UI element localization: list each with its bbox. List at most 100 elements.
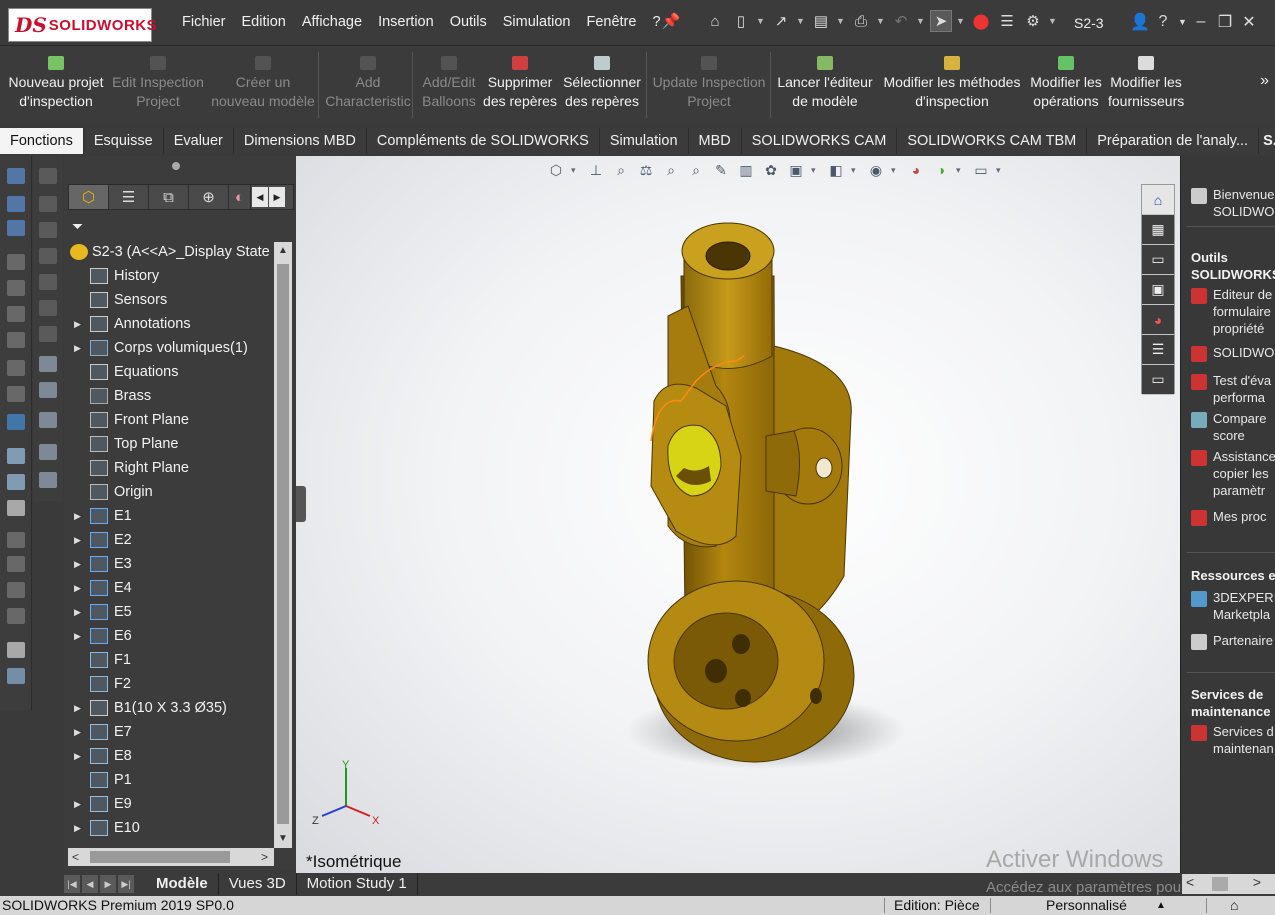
- minimize-icon[interactable]: –: [1192, 13, 1210, 31]
- command-tab[interactable]: Fonctions: [0, 128, 84, 154]
- chevron-down-icon[interactable]: ▼: [876, 16, 886, 26]
- welcome-link[interactable]: Bienvenue SOLIDWO: [1191, 186, 1274, 220]
- toolbar-tool-icon[interactable]: [7, 556, 25, 572]
- scroll-thumb[interactable]: [1212, 877, 1228, 891]
- tree-horizontal-scrollbar[interactable]: < >: [68, 848, 274, 866]
- ribbon-button-2[interactable]: Créer un nouveau modèle: [210, 56, 316, 111]
- ribbon-button-11[interactable]: Modifier les fournisseurs: [1108, 56, 1184, 111]
- expand-arrow-icon[interactable]: ▶: [74, 312, 81, 336]
- ribbon-button-6[interactable]: Sélectionner des repères: [562, 56, 642, 111]
- new-document-icon[interactable]: ▯: [730, 10, 752, 32]
- last-tab-icon[interactable]: ▶|: [118, 875, 134, 893]
- menu-item-fichier[interactable]: Fichier: [174, 14, 234, 30]
- scroll-right-icon[interactable]: >: [1253, 874, 1261, 890]
- tree-node[interactable]: ▶ E10: [68, 816, 274, 840]
- toolbar-tool-icon[interactable]: [39, 472, 57, 488]
- chevron-down-icon[interactable]: ▼: [1178, 17, 1187, 27]
- expand-arrow-icon[interactable]: ▶: [74, 744, 81, 768]
- ribbon-button-1[interactable]: Edit Inspection Project: [110, 56, 206, 111]
- home-icon[interactable]: ⌂: [1142, 185, 1174, 215]
- ribbon-button-3[interactable]: Add Characteristic: [325, 56, 411, 111]
- toolbar-tool-icon[interactable]: [39, 382, 57, 398]
- toolbar-tool-icon[interactable]: [39, 222, 57, 238]
- tree-node[interactable]: History: [68, 264, 274, 288]
- expand-arrow-icon[interactable]: ▶: [74, 696, 81, 720]
- toolbar-tool-icon[interactable]: [7, 386, 25, 402]
- toolbar-tool-icon[interactable]: [7, 254, 25, 270]
- expand-arrow-icon[interactable]: ▶: [74, 624, 81, 648]
- feature-tree-tab-icon[interactable]: ⬡: [69, 185, 109, 209]
- expand-arrow-icon[interactable]: ▶: [74, 504, 81, 528]
- toolbar-tool-icon[interactable]: [39, 444, 57, 460]
- toolbar-tool-icon[interactable]: [39, 412, 57, 428]
- toolbar-tool-icon[interactable]: [39, 300, 57, 316]
- ribbon-button-4[interactable]: Add/Edit Balloons: [420, 56, 478, 111]
- units-label[interactable]: Personnalisé: [1046, 896, 1127, 915]
- tree-root[interactable]: S2-3 (A<<A>_Display State: [68, 240, 274, 264]
- scroll-left-icon[interactable]: <: [1186, 874, 1194, 890]
- toolbar-tool-icon[interactable]: [7, 500, 25, 516]
- tool-link[interactable]: Mes proc: [1191, 508, 1266, 526]
- toolbar-tool-icon[interactable]: [39, 356, 57, 372]
- chevron-down-icon[interactable]: ▼: [1048, 16, 1058, 26]
- tree-node[interactable]: ▶ E8: [68, 744, 274, 768]
- tree-node[interactable]: ▶ E7: [68, 720, 274, 744]
- restore-icon[interactable]: ❐: [1216, 12, 1234, 32]
- toolbar-tool-icon[interactable]: [7, 332, 25, 348]
- tool-link[interactable]: Compare score: [1191, 410, 1266, 444]
- toolbar-tool-icon[interactable]: [7, 582, 25, 598]
- toolbar-tool-icon[interactable]: [39, 274, 57, 290]
- tree-node[interactable]: ▶ E5: [68, 600, 274, 624]
- file-explorer-icon[interactable]: ▭: [1142, 245, 1174, 275]
- toolbar-tool-icon[interactable]: [7, 642, 25, 658]
- expand-arrow-icon[interactable]: ▶: [74, 552, 81, 576]
- scroll-down-icon[interactable]: ▼: [274, 830, 292, 848]
- save-icon[interactable]: ▤: [810, 10, 832, 32]
- expand-arrow-icon[interactable]: ▶: [74, 600, 81, 624]
- toolbar-tool-icon[interactable]: [39, 168, 57, 184]
- tree-node[interactable]: Origin: [68, 480, 274, 504]
- chevron-down-icon[interactable]: ▼: [796, 16, 806, 26]
- tree-node[interactable]: Right Plane: [68, 456, 274, 480]
- graphics-area[interactable]: ⬡ ▾ ⊥ ⌕ ⚖ ⌕ ⌕ ✎ ▥ ✿ ▣ ▾ ◧ ▾ ◉ ▾ ◕ ◑ ▾ ▭ ▾: [296, 156, 1180, 874]
- help-icon[interactable]: ?: [1154, 13, 1172, 31]
- property-manager-tab-icon[interactable]: ☰: [109, 185, 149, 209]
- toolbar-tool-icon[interactable]: [39, 326, 57, 342]
- tree-node[interactable]: Sensors: [68, 288, 274, 312]
- menu-item-affichage[interactable]: Affichage: [294, 14, 370, 30]
- bottom-tab[interactable]: Motion Study 1: [297, 873, 418, 895]
- tool-link[interactable]: Test d'éva performa: [1191, 372, 1271, 406]
- open-icon[interactable]: ↗: [770, 10, 792, 32]
- expand-arrow-icon[interactable]: ▶: [74, 528, 81, 552]
- command-tab[interactable]: Esquisse: [84, 128, 164, 154]
- tree-node[interactable]: F2: [68, 672, 274, 696]
- options-gear-icon[interactable]: ⚙: [1022, 10, 1044, 32]
- toolbar-tool-icon[interactable]: [7, 448, 25, 464]
- tree-node[interactable]: Top Plane: [68, 432, 274, 456]
- command-tab[interactable]: SOLIDWORKS CAM TBM: [897, 128, 1088, 154]
- tree-node[interactable]: ▶ B1(10 X 3.3 Ø35): [68, 696, 274, 720]
- tree-node[interactable]: Front Plane: [68, 408, 274, 432]
- home-icon[interactable]: ⌂: [704, 10, 726, 32]
- expand-arrow-icon[interactable]: ▶: [74, 336, 81, 360]
- custom-properties-icon[interactable]: ☰: [1142, 335, 1174, 365]
- toolbar-tool-icon[interactable]: [7, 608, 25, 624]
- toolbar-tool-icon[interactable]: [7, 196, 25, 212]
- chevron-down-icon[interactable]: ▼: [756, 16, 766, 26]
- resource-link[interactable]: 3DEXPERI Marketpla: [1191, 589, 1275, 623]
- chevron-up-icon[interactable]: ▲: [1156, 896, 1166, 915]
- solidworks-logo[interactable]: DS SOLIDWORKS: [8, 8, 157, 42]
- toolbar-tool-icon[interactable]: [7, 306, 25, 322]
- undo-icon[interactable]: ↶: [890, 10, 912, 32]
- tree-node[interactable]: ▶ E3: [68, 552, 274, 576]
- menu-item-outils[interactable]: Outils: [442, 14, 495, 30]
- bottom-tab[interactable]: Modèle: [146, 873, 219, 895]
- scroll-up-icon[interactable]: ▲: [274, 242, 292, 260]
- design-library-icon[interactable]: ▦: [1142, 215, 1174, 245]
- chevron-down-icon[interactable]: ▼: [956, 16, 966, 26]
- dimxpert-tab-icon[interactable]: ⊕: [189, 185, 229, 209]
- scroll-thumb[interactable]: [90, 851, 230, 863]
- tool-link[interactable]: SOLIDWO: [1191, 344, 1274, 362]
- ribbon-button-9[interactable]: Modifier les méthodes d'inspection: [882, 56, 1022, 111]
- ribbon-overflow-icon[interactable]: »: [1260, 72, 1269, 90]
